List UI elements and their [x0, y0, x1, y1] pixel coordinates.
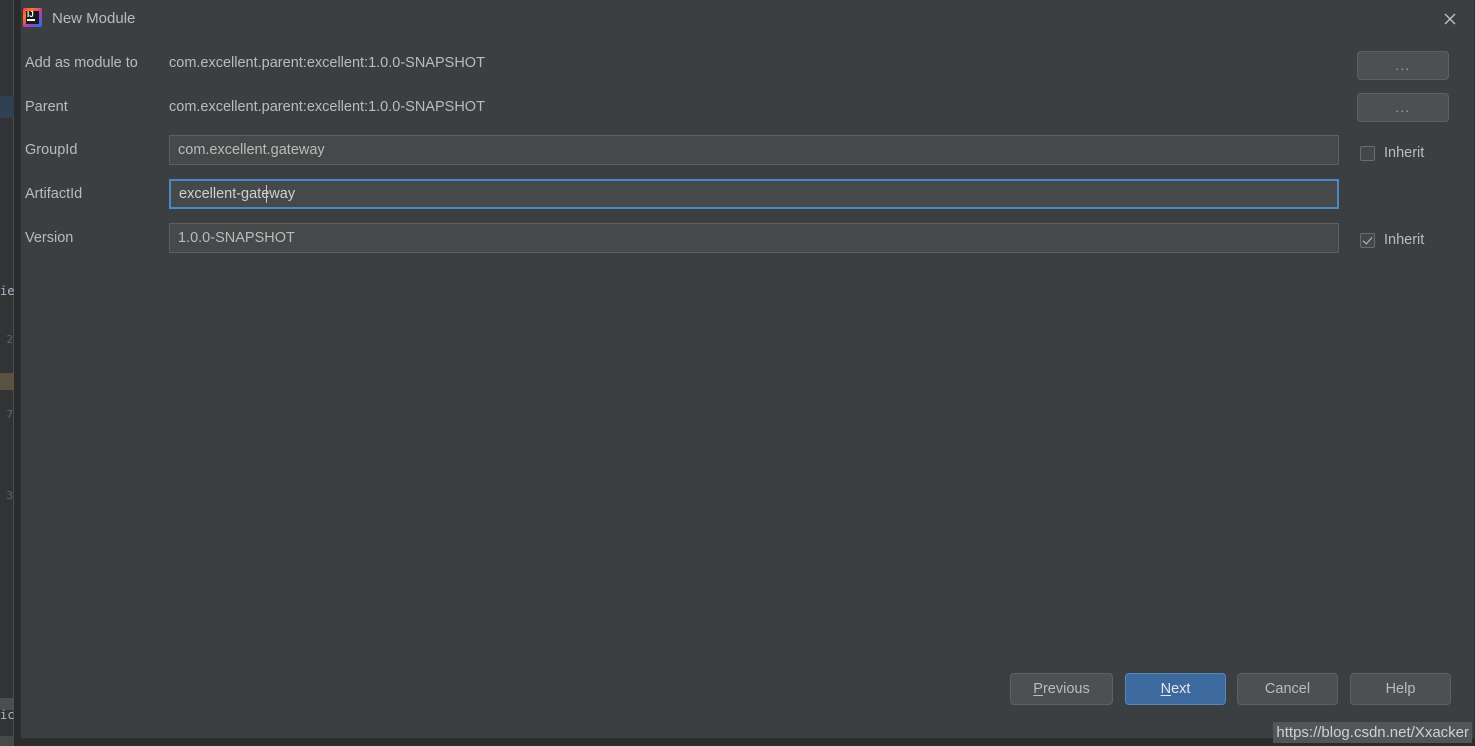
- groupid-input[interactable]: [169, 135, 1339, 165]
- ide-backdrop: ie 2 7 3 ic: [0, 0, 22, 746]
- browse-button-parent[interactable]: ...: [1357, 93, 1449, 122]
- label-groupid: GroupId: [25, 142, 78, 158]
- value-add-as-module-to: com.excellent.parent:excellent:1.0.0-SNA…: [169, 55, 485, 71]
- inherit-label: Inherit: [1384, 232, 1425, 248]
- editor-tab-strip[interactable]: [0, 96, 14, 118]
- next-button[interactable]: Next: [1125, 673, 1226, 705]
- editor-line-number: 2: [6, 333, 13, 346]
- previous-mnemonic: P: [1033, 681, 1043, 697]
- next-mnemonic: N: [1160, 681, 1172, 697]
- dialog-title-bar: IJ New Module: [21, 0, 1474, 38]
- new-module-dialog: IJ New Module Add as module to com.excel…: [20, 0, 1475, 739]
- next-label-rest: ext: [1171, 681, 1191, 697]
- previous-button[interactable]: Previous: [1010, 673, 1113, 705]
- browse-button-add-as-module-to[interactable]: ...: [1357, 51, 1449, 80]
- editor-line-number: 3: [6, 489, 13, 502]
- editor-code-fragment: ic: [0, 708, 14, 722]
- watermark-text: https://blog.csdn.net/Xxacker: [1273, 722, 1472, 743]
- icon-underbar: [27, 19, 35, 21]
- cancel-button[interactable]: Cancel: [1237, 673, 1338, 705]
- version-input[interactable]: [169, 223, 1339, 253]
- inherit-checkbox-groupid[interactable]: Inherit: [1360, 143, 1424, 163]
- label-version: Version: [25, 230, 74, 246]
- close-icon[interactable]: [1437, 6, 1463, 32]
- checkbox-box: [1360, 145, 1375, 161]
- label-artifactid: ArtifactId: [25, 186, 83, 202]
- text-caret: [266, 185, 267, 203]
- checkbox-box: [1360, 232, 1375, 248]
- previous-label-rest: revious: [1042, 681, 1090, 697]
- inherit-label: Inherit: [1384, 145, 1425, 161]
- editor-highlighted-line: [0, 373, 14, 390]
- inherit-checkbox-version[interactable]: Inherit: [1360, 230, 1424, 250]
- intellij-idea-icon: IJ: [23, 8, 42, 27]
- help-button[interactable]: Help: [1350, 673, 1451, 705]
- screen: ie 2 7 3 ic IJ New Module Add as module …: [0, 0, 1475, 746]
- artifactid-input[interactable]: [169, 179, 1339, 209]
- editor-line-number: 7: [6, 408, 13, 421]
- label-parent: Parent: [25, 99, 68, 115]
- dialog-title: New Module: [52, 10, 136, 27]
- icon-ij-letters: IJ: [27, 10, 34, 19]
- label-add-as-module-to: Add as module to: [25, 55, 138, 71]
- editor-code-fragment: ie: [0, 284, 14, 298]
- ide-bottom-strip: [0, 736, 14, 746]
- value-parent: com.excellent.parent:excellent:1.0.0-SNA…: [169, 99, 485, 115]
